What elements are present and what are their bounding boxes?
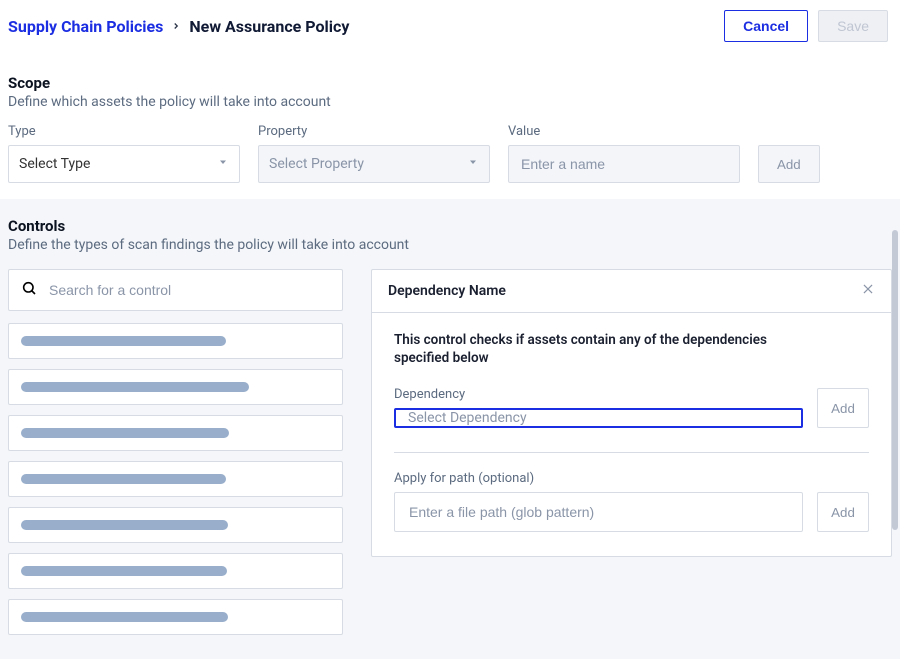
dependency-placeholder: Select Dependency [408,410,527,426]
list-item[interactable] [8,369,343,405]
controls-title: Controls [8,217,892,235]
chevron-down-icon [467,156,479,172]
controls-grid: Dependency Name This control checks if a… [8,269,892,635]
control-panel-body: This control checks if assets contain an… [372,313,891,556]
scrollbar-track[interactable] [892,230,898,550]
header-actions: Cancel Save [724,10,888,42]
control-panel-description: This control checks if assets contain an… [394,331,824,367]
controls-subtitle: Define the types of scan findings the po… [8,237,892,253]
scrollbar-thumb[interactable] [892,230,898,530]
control-panel-header: Dependency Name [372,270,891,313]
scope-add-button: Add [758,145,820,183]
close-icon[interactable] [861,282,875,300]
scope-value-field: Value [508,124,740,183]
list-item[interactable] [8,415,343,451]
chevron-down-icon [217,156,229,172]
cancel-button[interactable]: Cancel [724,10,808,42]
scope-type-field: Type Select Type [8,124,240,183]
scope-property-placeholder: Select Property [269,156,364,172]
control-panel: Dependency Name This control checks if a… [371,269,892,557]
placeholder-bar [21,428,229,438]
placeholder-bar [21,520,228,530]
placeholder-bar [21,382,249,392]
controls-search-input[interactable] [47,281,330,299]
scope-subtitle: Define which assets the policy will take… [8,94,892,110]
placeholder-bar [21,566,227,576]
scope-property-select: Select Property [258,145,490,183]
save-button: Save [818,10,888,42]
path-add-button[interactable]: Add [817,492,869,532]
scope-value-input [519,155,729,173]
controls-left-column [8,269,343,635]
scope-row: Type Select Type Property Select Propert… [8,124,892,183]
dependency-select[interactable]: Select Dependency [394,408,803,428]
scope-value-input-wrap [508,145,740,183]
scope-section: Scope Define which assets the policy wil… [0,48,900,193]
chevron-right-icon [171,21,181,31]
breadcrumb: Supply Chain Policies New Assurance Poli… [8,17,349,36]
scope-value-label: Value [508,124,740,139]
placeholder-bar [21,336,226,346]
list-item[interactable] [8,553,343,589]
scope-type-label: Type [8,124,240,139]
list-item[interactable] [8,599,343,635]
controls-list [8,323,343,635]
placeholder-bar [21,612,228,622]
path-field: Apply for path (optional) Add [394,471,869,532]
dependency-add-button[interactable]: Add [817,388,869,428]
dependency-label: Dependency [394,387,803,402]
control-panel-title: Dependency Name [388,283,506,299]
path-row: Add [394,492,869,532]
search-icon [21,280,37,300]
dependency-row: Dependency Select Dependency Add [394,387,869,428]
controls-section: Controls Define the types of scan findin… [0,199,900,659]
panel-separator [394,452,869,453]
list-item[interactable] [8,507,343,543]
dependency-field: Dependency Select Dependency [394,387,803,428]
scope-title: Scope [8,74,892,92]
path-input[interactable] [407,503,790,521]
list-item[interactable] [8,461,343,497]
path-input-wrap[interactable] [394,492,803,532]
controls-search[interactable] [8,269,343,311]
breadcrumb-current: New Assurance Policy [189,17,349,36]
scope-type-select[interactable]: Select Type [8,145,240,183]
breadcrumb-root-link[interactable]: Supply Chain Policies [8,17,163,36]
scope-property-label: Property [258,124,490,139]
placeholder-bar [21,474,226,484]
path-label: Apply for path (optional) [394,471,869,486]
page-header: Supply Chain Policies New Assurance Poli… [0,0,900,48]
scope-type-placeholder: Select Type [19,156,90,172]
list-item[interactable] [8,323,343,359]
scope-property-field: Property Select Property [258,124,490,183]
